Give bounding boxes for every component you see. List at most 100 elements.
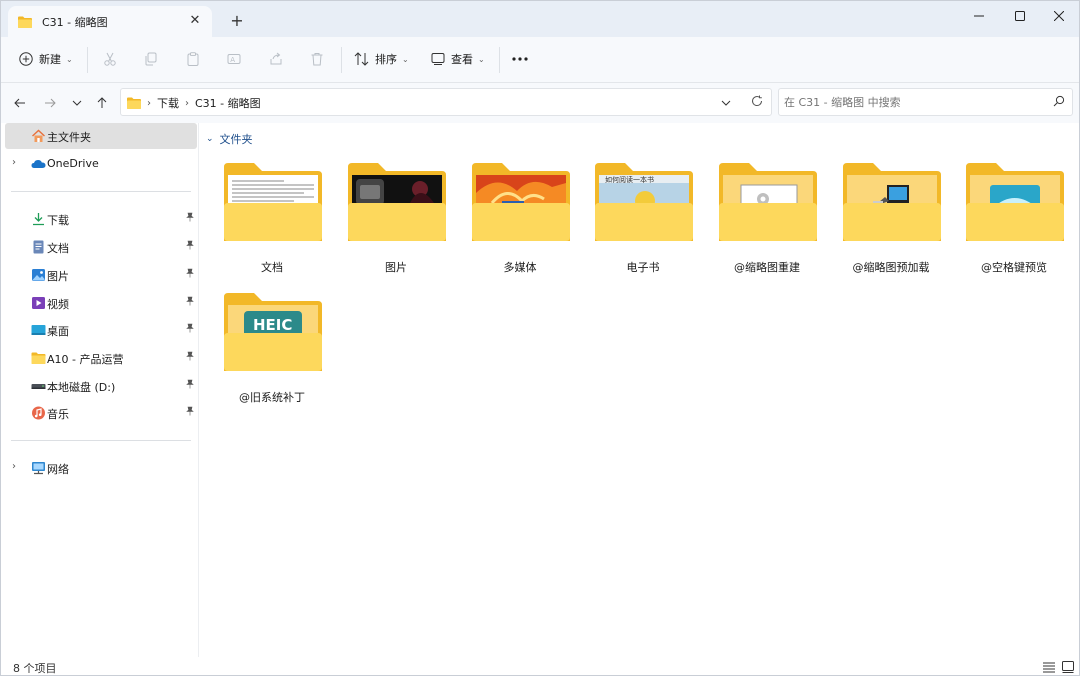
view-button[interactable]: 查看 ⌄ <box>431 47 485 71</box>
cut-button[interactable] <box>99 48 121 70</box>
paste-button[interactable] <box>182 48 204 70</box>
folder-name: @缩略图重建 <box>734 261 800 274</box>
address-history-button[interactable] <box>721 96 731 109</box>
rename-icon: A <box>227 54 241 64</box>
breadcrumb-item[interactable]: C31 - 缩略图 <box>195 95 261 111</box>
breadcrumb: › 下载 › C31 - 缩略图 <box>127 95 261 111</box>
chevron-right-icon[interactable]: › <box>147 98 151 109</box>
back-button[interactable] <box>11 94 29 112</box>
sidebar-item-label: 音乐 <box>47 408 69 421</box>
search-icon[interactable] <box>1053 95 1065 110</box>
sidebar-item-label: 视频 <box>47 298 69 311</box>
maximize-button[interactable] <box>998 1 1042 31</box>
address-row: › 下载 › C31 - 缩略图 <box>1 83 1079 123</box>
chevron-right-icon[interactable]: › <box>185 98 189 109</box>
music-icon <box>32 406 45 420</box>
refresh-button[interactable] <box>751 95 763 110</box>
sidebar-item-home[interactable]: 主文件夹 <box>5 123 197 149</box>
cloud-icon <box>31 160 46 168</box>
svg-text:A: A <box>230 56 235 64</box>
share-icon <box>270 52 282 65</box>
arrow-right-icon <box>45 98 56 108</box>
sidebar-item-local-disk-d[interactable]: 本地磁盘 (D:) <box>5 373 197 399</box>
chevron-down-icon <box>721 100 731 106</box>
folder-legacy-patch[interactable]: HEIC @旧系统补丁 <box>212 293 332 417</box>
sidebar-item-network[interactable]: › 网络 <box>5 455 197 481</box>
title-bar: C31 - 缩略图 ✕ + <box>1 1 1079 37</box>
close-window-button[interactable] <box>1037 1 1079 31</box>
close-tab-icon[interactable]: ✕ <box>187 13 203 29</box>
folder-pictures[interactable]: 图片 <box>336 163 456 287</box>
navigation-pane: 主文件夹 › OneDrive 下载 文档 图片 视频 桌面 A10 - 产品运… <box>1 123 199 657</box>
folder-name: 多媒体 <box>503 261 537 274</box>
sidebar-item-music[interactable]: 音乐 <box>5 400 197 426</box>
arrow-up-icon <box>97 97 107 108</box>
search-input[interactable] <box>784 93 1044 111</box>
pin-icon[interactable] <box>185 212 195 225</box>
chevron-down-icon: ⌄ <box>402 54 409 64</box>
folder-multimedia[interactable]: 多媒体 <box>460 163 580 287</box>
pin-icon[interactable] <box>185 379 195 392</box>
sidebar-item-documents[interactable]: 文档 <box>5 234 197 260</box>
folder-spacebar-preview[interactable]: @空格键预览 <box>954 163 1074 287</box>
sort-button[interactable]: 排序 ⌄ <box>354 47 409 71</box>
sidebar-item-videos[interactable]: 视频 <box>5 290 197 316</box>
list-view-icon <box>1043 662 1055 673</box>
sidebar-item-desktop[interactable]: 桌面 <box>5 317 197 343</box>
pin-icon[interactable] <box>185 296 195 309</box>
minimize-button[interactable] <box>957 1 1001 31</box>
sidebar-item-downloads[interactable]: 下载 <box>5 206 197 232</box>
add-icon <box>19 52 33 66</box>
group-label: 文件夹 <box>219 133 253 146</box>
rename-button[interactable]: A <box>223 48 245 70</box>
chevron-right-icon[interactable]: › <box>12 461 22 472</box>
view-label: 查看 <box>451 53 473 66</box>
delete-button[interactable] <box>306 48 328 70</box>
folder-thumbnail-ebooks: 如何阅读一本书 <box>595 163 693 241</box>
sidebar-item-label: 主文件夹 <box>47 131 91 144</box>
document-icon <box>33 240 44 254</box>
new-tab-button[interactable]: + <box>227 11 247 31</box>
recent-locations-button[interactable] <box>68 94 86 112</box>
folder-documents[interactable]: 文档 <box>212 163 332 287</box>
search-box[interactable] <box>778 88 1073 116</box>
folder-thumbnail-multimedia <box>472 163 570 241</box>
folder-thumbnail-preload[interactable]: @缩略图预加载 <box>831 163 951 287</box>
drive-icon <box>31 384 46 389</box>
address-bar[interactable]: › 下载 › C31 - 缩略图 <box>120 88 772 116</box>
pin-icon[interactable] <box>185 351 195 364</box>
pin-icon[interactable] <box>185 240 195 253</box>
toolbar-divider <box>87 47 88 73</box>
forward-button[interactable] <box>41 94 59 112</box>
folder-thumbnail-rebuild[interactable]: @缩略图重建 <box>707 163 827 287</box>
pin-icon[interactable] <box>185 323 195 336</box>
tiles-view-button[interactable] <box>1061 660 1075 674</box>
folder-thumbnail-rebuild-preview <box>719 163 817 241</box>
sidebar-item-onedrive[interactable]: › OneDrive <box>5 151 197 177</box>
more-icon <box>512 57 528 61</box>
folder-thumbnail-documents <box>224 163 322 241</box>
chevron-right-icon[interactable]: › <box>12 157 22 168</box>
new-button[interactable]: 新建 ⌄ <box>19 47 73 71</box>
tab-current[interactable]: C31 - 缩略图 ✕ <box>8 6 212 37</box>
folder-name: @缩略图预加载 <box>852 261 930 274</box>
details-view-button[interactable] <box>1042 660 1056 674</box>
sidebar-item-a10-product-ops[interactable]: A10 - 产品运营 <box>5 345 197 371</box>
up-button[interactable] <box>93 94 111 112</box>
refresh-icon <box>752 95 763 107</box>
group-header[interactable]: ⌄ 文件夹 <box>206 131 253 147</box>
more-options-button[interactable] <box>509 48 531 70</box>
chevron-down-icon: ⌄ <box>478 54 485 64</box>
picture-icon <box>32 269 45 281</box>
close-icon <box>1054 11 1064 21</box>
copy-button[interactable] <box>140 48 162 70</box>
pin-icon[interactable] <box>185 406 195 419</box>
share-button[interactable] <box>265 48 287 70</box>
pin-icon[interactable] <box>185 268 195 281</box>
folder-ebooks[interactable]: 如何阅读一本书 电子书 <box>583 163 703 287</box>
new-label: 新建 <box>39 53 61 66</box>
folder-thumbnail-pictures <box>348 163 446 241</box>
sidebar-item-pictures[interactable]: 图片 <box>5 262 197 288</box>
chevron-down-icon: ⌄ <box>206 134 214 144</box>
breadcrumb-item[interactable]: 下载 <box>157 95 179 111</box>
